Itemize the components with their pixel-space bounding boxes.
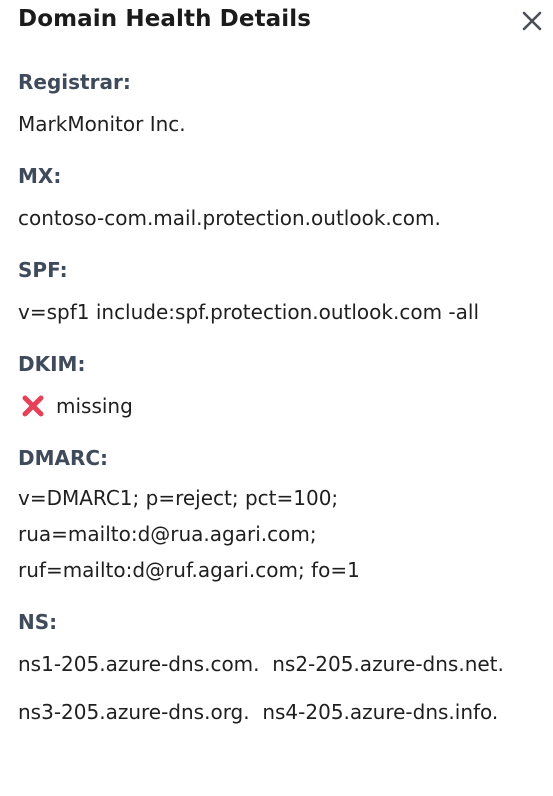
ns-line: ns1-205.azure-dns.com. ns2-205.azure-dns…	[18, 652, 504, 676]
ns-line: ns3-205.azure-dns.org. ns4-205.azure-dns…	[18, 700, 499, 724]
mx-section: MX: contoso-com.mail.protection.outlook.…	[18, 162, 553, 236]
spf-label: SPF:	[18, 258, 68, 282]
dmarc-line: rua=mailto:d@rua.agari.com;	[18, 522, 317, 546]
close-button[interactable]	[519, 8, 545, 34]
dmarc-label: DMARC:	[18, 446, 109, 470]
spf-section: SPF: v=spf1 include:spf.protection.outlo…	[18, 256, 553, 330]
mx-value: contoso-com.mail.protection.outlook.com.	[18, 206, 441, 230]
ns-value: ns1-205.azure-dns.com. ns2-205.azure-dns…	[18, 646, 553, 730]
registrar-label: Registrar:	[18, 70, 131, 94]
registrar-section: Registrar: MarkMonitor Inc.	[18, 68, 553, 142]
panel-header: Domain Health Details	[18, 0, 553, 48]
ns-label: NS:	[18, 610, 58, 634]
panel-title: Domain Health Details	[18, 6, 312, 32]
cross-mark-icon	[22, 395, 44, 417]
dmarc-line: v=DMARC1; p=reject; pct=100;	[18, 486, 339, 510]
dmarc-line: ruf=mailto:d@ruf.agari.com; fo=1	[18, 558, 360, 582]
close-icon	[522, 11, 542, 31]
ns-section: NS: ns1-205.azure-dns.com. ns2-205.azure…	[18, 608, 553, 730]
dkim-section: DKIM: missing	[18, 350, 553, 424]
dkim-value-row: missing	[18, 388, 553, 424]
spf-value: v=spf1 include:spf.protection.outlook.co…	[18, 300, 479, 324]
registrar-value: MarkMonitor Inc.	[18, 112, 186, 136]
dkim-label: DKIM:	[18, 352, 86, 376]
mx-label: MX:	[18, 164, 62, 188]
dkim-value: missing	[56, 394, 133, 418]
domain-health-panel: Domain Health Details Registrar: MarkMon…	[0, 0, 553, 796]
dmarc-section: DMARC: v=DMARC1; p=reject; pct=100; rua=…	[18, 444, 553, 588]
dmarc-value: v=DMARC1; p=reject; pct=100; rua=mailto:…	[18, 480, 553, 588]
